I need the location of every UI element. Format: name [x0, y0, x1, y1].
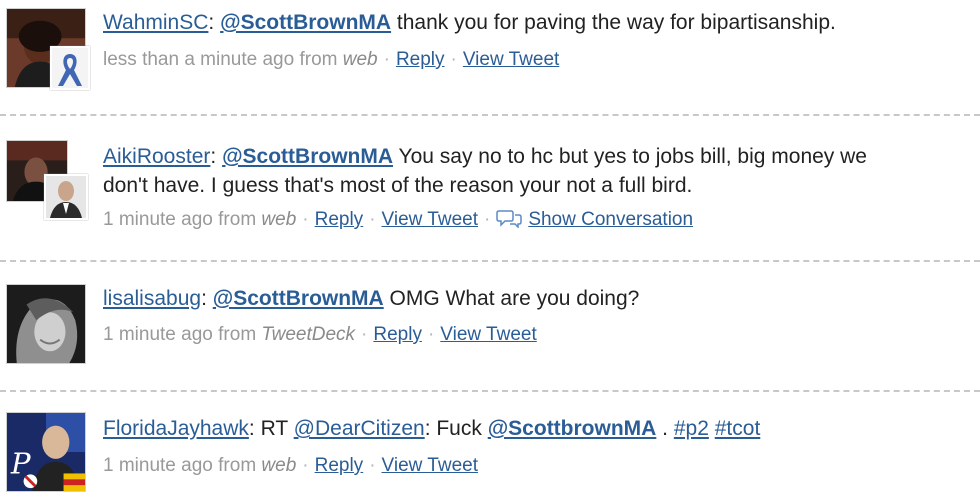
tweet-meta: 1 minute ago from web · Reply · View Tweet [103, 455, 478, 476]
tweet-text: WahminSC: @ScottBrownMA thank you for pa… [103, 11, 836, 34]
hashtag-link[interactable]: #tcot [715, 417, 761, 440]
reply-link[interactable]: Reply [315, 209, 364, 230]
divider [0, 260, 980, 262]
mention-link[interactable]: @ScottBrownMA [220, 11, 391, 34]
reply-link[interactable]: Reply [315, 455, 364, 476]
author-link[interactable]: FloridaJayhawk [103, 417, 249, 440]
timestamp: 1 minute ago [103, 324, 213, 345]
timestamp: 1 minute ago [103, 209, 213, 230]
tweet-item: lisalisabug: @ScottBrownMA OMG What are … [0, 264, 980, 384]
tweet-text: lisalisabug: @ScottBrownMA OMG What are … [103, 287, 640, 310]
tweet-body: thank you for paving the way for biparti… [391, 11, 836, 34]
reply-link[interactable]: Reply [373, 324, 422, 345]
divider [0, 114, 980, 116]
tweet-body: OMG What are you doing? [383, 287, 640, 310]
source-label: web [261, 209, 297, 230]
reply-link[interactable]: Reply [396, 49, 445, 70]
tweet-text: AikiRooster: @ScottBrownMA You say no to… [103, 145, 867, 197]
author-link[interactable]: lisalisabug [103, 287, 201, 310]
view-tweet-link[interactable]: View Tweet [382, 455, 478, 476]
tweet-feed: WahminSC: @ScottBrownMA thank you for pa… [0, 0, 980, 504]
source-label: web [261, 455, 297, 476]
author-link[interactable]: AikiRooster [103, 145, 210, 168]
divider [0, 390, 980, 392]
tweet-item: AikiRooster: @ScottBrownMA You say no to… [0, 118, 980, 258]
tweet-text: FloridaJayhawk: RT @DearCitizen: Fuck @S… [103, 417, 761, 440]
ribbon-badge-icon [50, 46, 90, 90]
view-tweet-link[interactable]: View Tweet [440, 324, 536, 345]
conversation-icon[interactable] [496, 208, 523, 236]
mention-link[interactable]: @ScottBrownMA [213, 287, 384, 310]
tweet-meta: less than a minute ago from web · Reply · Vi… [103, 49, 560, 70]
tweet-item: WahminSC: @ScottBrownMA thank you for pa… [0, 0, 980, 110]
mention-link[interactable]: @ScottBrownMA [222, 145, 393, 168]
tweet-meta: 1 minute ago from web · Reply · View Tweet · S… [103, 207, 693, 236]
tweet-meta: 1 minute ago from TweetDeck · Reply · View T… [103, 324, 537, 345]
rt-mention-link[interactable]: @DearCitizen [294, 417, 425, 440]
view-tweet-link[interactable]: View Tweet [382, 209, 478, 230]
avatar[interactable]: P [6, 412, 86, 492]
avatar[interactable] [6, 284, 86, 364]
hashtag-link[interactable]: #p2 [674, 417, 709, 440]
person-badge-icon [44, 174, 88, 220]
mention-link[interactable]: @ScottbrownMA [488, 417, 657, 440]
show-conversation-link[interactable]: Show Conversation [528, 209, 693, 230]
view-tweet-link[interactable]: View Tweet [463, 49, 559, 70]
source-label: web [342, 49, 378, 70]
author-link[interactable]: WahminSC [103, 11, 208, 34]
source-label: TweetDeck [261, 324, 356, 345]
timestamp: 1 minute ago [103, 455, 213, 476]
timestamp: less than a minute ago [103, 49, 295, 70]
tweet-item: P FloridaJayhawk: RT @DearCitizen: Fuck … [0, 394, 980, 504]
tweet-body: You say no to hc but yes to jobs bill, b… [393, 145, 867, 168]
tweet-body-line2: don't have. I guess that's most of the r… [103, 174, 693, 197]
